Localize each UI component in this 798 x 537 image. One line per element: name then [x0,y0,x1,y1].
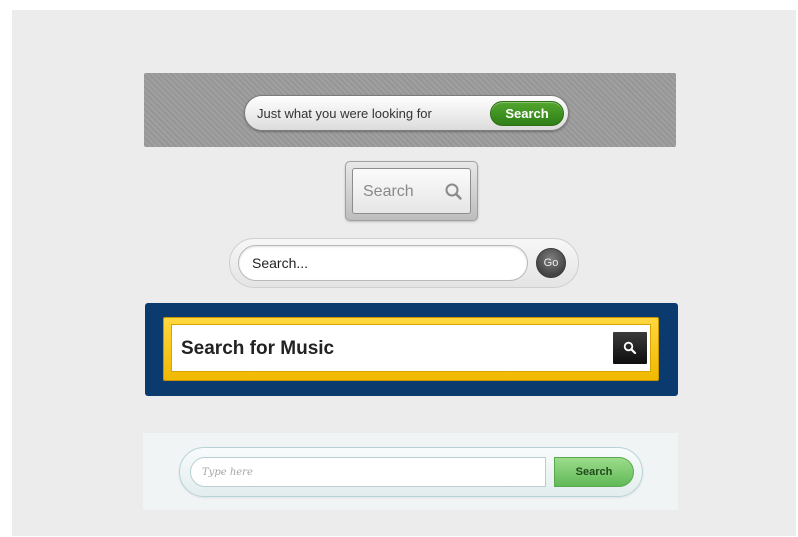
search-bar-light-green: Type here Search [143,433,678,510]
search-input[interactable]: Type here [202,465,402,481]
search-pill: Just what you were looking for Search [244,95,569,131]
search-button[interactable] [613,332,647,364]
search-bar-gray-banner: Just what you were looking for Search [144,73,676,147]
search-bar-music: Search for Music [145,303,678,396]
search-icon [623,341,637,355]
go-button[interactable]: Go [536,248,566,278]
search-input[interactable]: Search... [252,253,452,273]
search-field[interactable]: Search for Music [171,324,651,372]
search-field[interactable]: Search [352,168,471,214]
search-field[interactable]: Search... [238,245,528,281]
search-icon[interactable] [443,181,465,203]
search-bar-boxed: Search [345,161,478,221]
search-input[interactable]: Just what you were looking for [257,104,462,124]
search-input[interactable]: Search [363,181,433,203]
search-frame: Search for Music [163,317,659,381]
search-input[interactable]: Search for Music [181,337,561,361]
search-bar-pill-go: Search... Go [229,238,579,288]
search-field[interactable]: Type here [190,457,546,487]
search-button[interactable]: Search [490,101,564,126]
search-button[interactable]: Search [554,457,634,487]
search-pill: Type here Search [179,447,643,497]
